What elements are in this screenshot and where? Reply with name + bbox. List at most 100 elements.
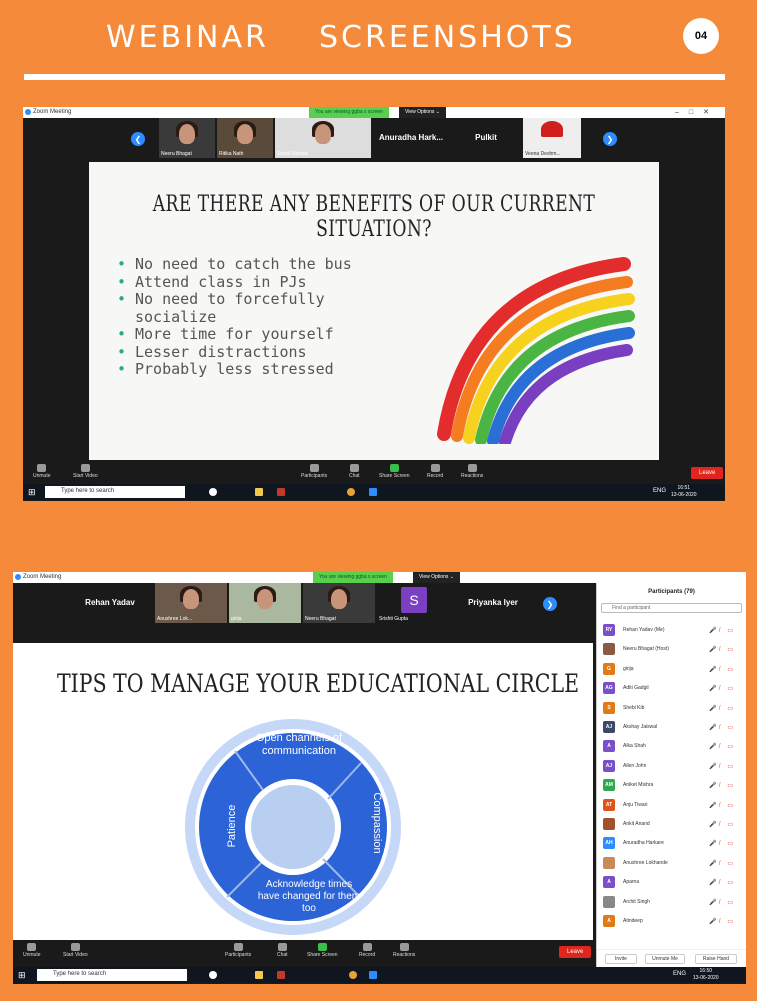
language-indicator[interactable]: ENG — [673, 971, 686, 977]
file-explorer-icon[interactable] — [255, 488, 263, 496]
share-screen-icon — [389, 464, 399, 472]
video-tile-name-only[interactable]: Pulkit — [451, 118, 521, 158]
video-tile-name-only[interactable]: Anuradha Hark... — [373, 118, 449, 158]
leave-button[interactable]: Leave — [559, 946, 592, 958]
cortana-icon[interactable] — [209, 971, 217, 979]
language-indicator[interactable]: ENG — [653, 488, 666, 494]
video-tile[interactable]: Veena Deshm... — [523, 118, 581, 158]
zoom-logo-icon — [15, 574, 21, 580]
leave-button[interactable]: Leave — [691, 467, 724, 479]
participant-name: Anuradha Harkare — [623, 840, 664, 847]
view-options-button[interactable]: View Options ⌄ — [413, 572, 460, 583]
cortana-icon[interactable] — [209, 488, 217, 496]
chrome-icon[interactable] — [349, 971, 357, 979]
muted-status-icon: 🎤̸ ▭ — [709, 899, 736, 906]
unmute-me-button[interactable]: Unmute Me — [645, 954, 685, 964]
participant-row[interactable]: Anushree Lokhande 🎤̸ ▭ — [603, 854, 740, 873]
share-screen-button[interactable]: Share Screen — [379, 464, 410, 479]
participant-name: Neeru Bhagat (Host) — [623, 646, 669, 653]
gallery-prev-icon[interactable]: ❮ — [131, 132, 145, 146]
find-participant-input[interactable]: Find a participant — [601, 603, 742, 613]
unmute-button[interactable]: Unmute — [33, 464, 51, 479]
start-video-button[interactable]: Start Video — [73, 464, 98, 479]
participant-name: girija — [623, 665, 634, 672]
participant-row[interactable]: S Shebi Kib 🎤̸ ▭ — [603, 699, 740, 718]
pdf-app-icon[interactable] — [277, 488, 285, 496]
video-tile[interactable]: Ritika Nath — [217, 118, 273, 158]
video-tile-avatar[interactable]: S Srishti Gupta — [377, 583, 451, 623]
tile-name: girija — [231, 616, 242, 622]
muted-status-icon: 🎤̸ ▭ — [709, 802, 736, 809]
bullet-item: Attend class in PJs — [117, 273, 357, 292]
muted-status-icon: 🎤̸ ▭ — [709, 783, 736, 790]
tile-name: Priyanka Iyer — [468, 598, 518, 607]
taskbar-search-input[interactable]: Type here to search — [45, 486, 185, 498]
meeting-toolbar: Unmute Start Video Participants Chat Sha… — [13, 940, 596, 962]
participant-name: Ankit Anand — [623, 821, 650, 827]
taskbar-search-input[interactable]: Type here to search — [37, 969, 187, 981]
participant-row[interactable]: AH Anuradha Harkare 🎤̸ ▭ — [603, 834, 740, 853]
microphone-muted-icon — [37, 464, 47, 472]
participant-name: Anju Tiwari — [623, 801, 648, 808]
participant-row[interactable]: Ggirija 🎤̸ ▭ — [603, 660, 740, 679]
video-tile[interactable]: Neeru Bhagat — [303, 583, 375, 623]
taskbar-clock[interactable]: 16:51 13-06-2020 — [671, 485, 697, 499]
participant-name: Allen John — [623, 762, 647, 769]
participant-row[interactable]: Neeru Bhagat (Host) 🎤̸ ▭ — [603, 640, 740, 659]
window-controls[interactable]: –□✕ — [675, 108, 719, 116]
chat-button[interactable]: Chat — [349, 464, 360, 479]
participant-row[interactable]: A Alka Shah 🎤̸ ▭ — [603, 737, 740, 756]
video-tile[interactable]: Anushree Lok... — [155, 583, 227, 623]
record-button[interactable]: Record — [359, 943, 375, 958]
participants-button[interactable]: Participants — [225, 943, 251, 958]
record-button[interactable]: Record — [427, 464, 443, 479]
reactions-button[interactable]: Reactions — [461, 464, 483, 479]
participant-row[interactable]: AJ Allen John 🎤̸ ▭ — [603, 757, 740, 776]
zoom-taskbar-icon[interactable] — [369, 971, 377, 979]
participant-row[interactable]: AG Aditi Gadgil 🎤̸ ▭ — [603, 679, 740, 698]
windows-taskbar: ⊞ Type here to search ENG 16:50 13-06-20… — [13, 967, 746, 983]
video-tile[interactable]: Shruti Mandal — [275, 118, 371, 158]
participant-row[interactable]: AT Anju Tiwari 🎤̸ ▭ — [603, 796, 740, 815]
windows-start-icon[interactable]: ⊞ — [28, 487, 38, 497]
participant-row[interactable]: A Atindeep 🎤̸ ▭ — [603, 912, 740, 931]
video-tile[interactable]: girija — [229, 583, 301, 623]
pdf-app-icon[interactable] — [277, 971, 285, 979]
start-video-button[interactable]: Start Video — [63, 943, 88, 958]
unmute-button[interactable]: Unmute — [23, 943, 41, 958]
tile-name: Pulkit — [475, 133, 497, 142]
participants-button[interactable]: Participants — [301, 464, 327, 479]
chat-button[interactable]: Chat — [277, 943, 288, 958]
gallery-next-icon[interactable]: ❯ — [543, 597, 557, 611]
invite-button[interactable]: Invite — [605, 954, 637, 964]
video-tile-name-only[interactable]: Rehan Yadav — [67, 583, 153, 623]
file-explorer-icon[interactable] — [255, 971, 263, 979]
video-tile[interactable]: Neeru Bhagat — [159, 118, 215, 158]
zoom-screenshot-2: Zoom Meeting You are viewing ggba s scre… — [13, 572, 746, 984]
gallery-next-icon[interactable]: ❯ — [603, 132, 617, 146]
participant-avatar: AT — [603, 798, 615, 811]
taskbar-clock[interactable]: 16:50 13-06-2020 — [693, 968, 719, 982]
chrome-icon[interactable] — [347, 488, 355, 496]
participant-row[interactable]: Ankit Anand 🎤̸ ▭ — [603, 815, 740, 834]
participant-row[interactable]: AJ Akshay Jaiswal 🎤̸ ▭ — [603, 718, 740, 737]
windows-start-icon[interactable]: ⊞ — [18, 970, 28, 980]
participant-row[interactable]: Archit Singh 🎤̸ ▭ — [603, 893, 740, 912]
diagram-segment-left: Patience — [226, 804, 238, 848]
raise-hand-button[interactable]: Raise Hand — [695, 954, 737, 964]
participant-avatar — [603, 895, 615, 908]
windows-taskbar: ⊞ Type here to search ENG 16:51 13-06-20… — [23, 484, 725, 500]
participant-row[interactable]: RY Rehan Yadav (Me) 🎤̸ ▭ — [603, 621, 740, 640]
share-screen-button[interactable]: Share Screen — [307, 943, 338, 958]
view-options-button[interactable]: View Options ⌄ — [399, 107, 446, 118]
participant-avatar: S — [603, 701, 615, 714]
bullet-item: No need to catch the bus — [117, 255, 357, 274]
meeting-toolbar: Unmute Start Video Participants Chat Sha… — [23, 461, 725, 483]
zoom-taskbar-icon[interactable] — [369, 488, 377, 496]
shared-slide: ARE THERE ANY BENEFITS OF OUR CURRENT SI… — [89, 162, 659, 460]
video-tile-name-only[interactable]: Priyanka Iyer — [453, 583, 533, 623]
diagram-segment-right: Compassion — [371, 792, 383, 854]
reactions-button[interactable]: Reactions — [393, 943, 415, 958]
participant-row[interactable]: AM Aniket Mishra 🎤̸ ▭ — [603, 776, 740, 795]
participant-row[interactable]: A Aparna 🎤̸ ▭ — [603, 873, 740, 892]
